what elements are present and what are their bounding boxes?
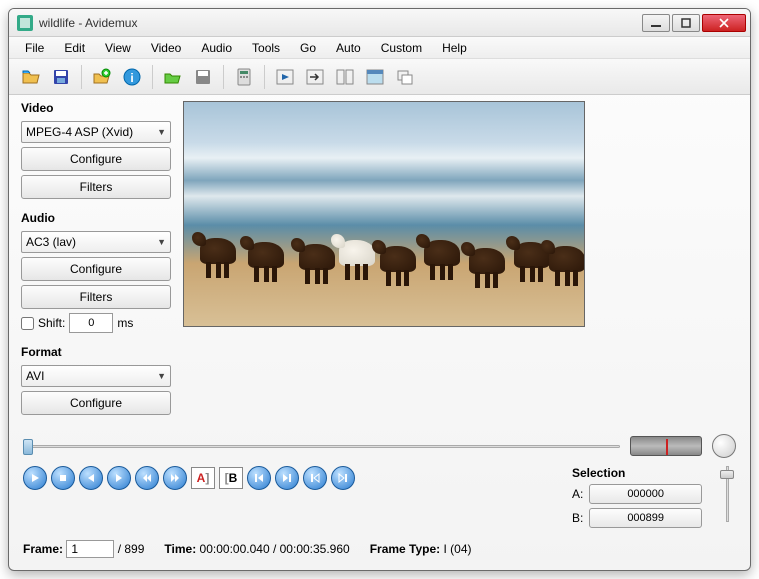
play-button[interactable] — [23, 466, 47, 490]
info-icon[interactable]: i — [118, 63, 146, 91]
frame-label: Frame: — [23, 542, 63, 556]
shift-label: Shift: — [38, 316, 65, 330]
audio-codec-select[interactable]: AC3 (lav) ▼ — [21, 231, 171, 253]
audio-section-label: Audio — [21, 211, 171, 225]
app-icon — [17, 15, 33, 31]
format-value: AVI — [26, 369, 44, 383]
stop-button[interactable] — [51, 466, 75, 490]
close-button[interactable] — [702, 14, 746, 32]
next-frame-button[interactable] — [107, 466, 131, 490]
minimize-button[interactable] — [642, 14, 670, 32]
calculator-icon[interactable] — [230, 63, 258, 91]
window-title: wildlife - Avidemux — [39, 16, 640, 30]
time-total: / 00:00:35.960 — [273, 542, 350, 556]
shift-checkbox[interactable] — [21, 317, 34, 330]
audio-filters-button[interactable]: Filters — [21, 285, 171, 309]
timeline-slider[interactable] — [23, 437, 620, 455]
video-configure-button[interactable]: Configure — [21, 147, 171, 171]
display-output-icon[interactable] — [331, 63, 359, 91]
chevron-down-icon: ▼ — [157, 237, 166, 247]
frame-input[interactable] — [66, 540, 114, 558]
frametype-label: Frame Type: — [370, 542, 440, 556]
app-window: wildlife - Avidemux File Edit View Video… — [8, 8, 751, 571]
video-filters-button[interactable]: Filters — [21, 175, 171, 199]
format-section-label: Format — [21, 345, 171, 359]
menu-file[interactable]: File — [17, 39, 52, 57]
prev-black-button[interactable] — [247, 466, 271, 490]
menu-video[interactable]: Video — [143, 39, 189, 57]
selection-a-label: A: — [572, 487, 583, 501]
next-keyframe-button[interactable] — [163, 466, 187, 490]
toolbar-separator — [152, 65, 153, 89]
main-content: Video MPEG-4 ASP (Xvid) ▼ Configure Filte… — [9, 95, 750, 428]
audio-codec-value: AC3 (lav) — [26, 235, 76, 249]
open-icon[interactable] — [17, 63, 45, 91]
frametype-value: I (04) — [444, 542, 472, 556]
shift-unit: ms — [117, 316, 133, 330]
selection-b-label: B: — [572, 511, 583, 525]
controls-row: A] [B Selection A: 000000 B: 000899 — [23, 466, 736, 532]
jog-wheel[interactable] — [630, 436, 702, 456]
load-script-icon[interactable] — [159, 63, 187, 91]
toolbar-separator — [223, 65, 224, 89]
set-marker-a-button[interactable]: A] — [191, 467, 215, 489]
selection-label: Selection — [572, 466, 702, 480]
sidebar: Video MPEG-4 ASP (Xvid) ▼ Configure Filte… — [21, 101, 171, 422]
maximize-button[interactable] — [672, 14, 700, 32]
selection-panel: Selection A: 000000 B: 000899 — [572, 466, 702, 532]
menu-auto[interactable]: Auto — [328, 39, 369, 57]
frame-total: / 899 — [118, 542, 145, 556]
menu-audio[interactable]: Audio — [193, 39, 240, 57]
menu-go[interactable]: Go — [292, 39, 324, 57]
menu-view[interactable]: View — [97, 39, 139, 57]
display-input-icon[interactable] — [301, 63, 329, 91]
display-side-icon[interactable] — [361, 63, 389, 91]
format-select[interactable]: AVI ▼ — [21, 365, 171, 387]
playback-controls: A] [B — [23, 466, 355, 490]
save-script-icon[interactable] — [189, 63, 217, 91]
prev-frame-button[interactable] — [79, 466, 103, 490]
audio-configure-button[interactable]: Configure — [21, 257, 171, 281]
append-icon[interactable] — [88, 63, 116, 91]
menubar: File Edit View Video Audio Tools Go Auto… — [9, 37, 750, 59]
toolbar-separator — [264, 65, 265, 89]
time-value: 00:00:00.040 — [200, 542, 270, 556]
toolbar-separator — [81, 65, 82, 89]
display-separate-icon[interactable] — [391, 63, 419, 91]
video-preview — [183, 101, 585, 327]
selection-b-value[interactable]: 000899 — [589, 508, 702, 528]
timeline-row — [23, 434, 736, 458]
menu-help[interactable]: Help — [434, 39, 475, 57]
prev-keyframe-button[interactable] — [135, 466, 159, 490]
preview-area — [183, 101, 738, 422]
selection-a-value[interactable]: 000000 — [589, 484, 702, 504]
set-marker-b-button[interactable]: [B — [219, 467, 243, 489]
audio-shift-row: Shift: ms — [21, 313, 171, 333]
shift-value-input[interactable] — [69, 313, 113, 333]
last-frame-button[interactable] — [331, 466, 355, 490]
play-output-icon[interactable] — [271, 63, 299, 91]
chevron-down-icon: ▼ — [157, 127, 166, 137]
svg-text:i: i — [130, 71, 133, 85]
first-frame-button[interactable] — [303, 466, 327, 490]
scrub-dial[interactable] — [712, 434, 736, 458]
video-section-label: Video — [21, 101, 171, 115]
bottom-panel: A] [B Selection A: 000000 B: 000899 — [9, 428, 750, 570]
menu-edit[interactable]: Edit — [56, 39, 93, 57]
info-bar: Frame: / 899 Time: 00:00:00.040 / 00:00:… — [23, 540, 736, 558]
titlebar[interactable]: wildlife - Avidemux — [9, 9, 750, 37]
save-icon[interactable] — [47, 63, 75, 91]
video-codec-value: MPEG-4 ASP (Xvid) — [26, 125, 133, 139]
video-codec-select[interactable]: MPEG-4 ASP (Xvid) ▼ — [21, 121, 171, 143]
time-label: Time: — [164, 542, 196, 556]
toolbar: i — [9, 59, 750, 95]
menu-custom[interactable]: Custom — [373, 39, 430, 57]
volume-slider[interactable] — [718, 466, 736, 522]
format-configure-button[interactable]: Configure — [21, 391, 171, 415]
menu-tools[interactable]: Tools — [244, 39, 288, 57]
chevron-down-icon: ▼ — [157, 371, 166, 381]
next-black-button[interactable] — [275, 466, 299, 490]
